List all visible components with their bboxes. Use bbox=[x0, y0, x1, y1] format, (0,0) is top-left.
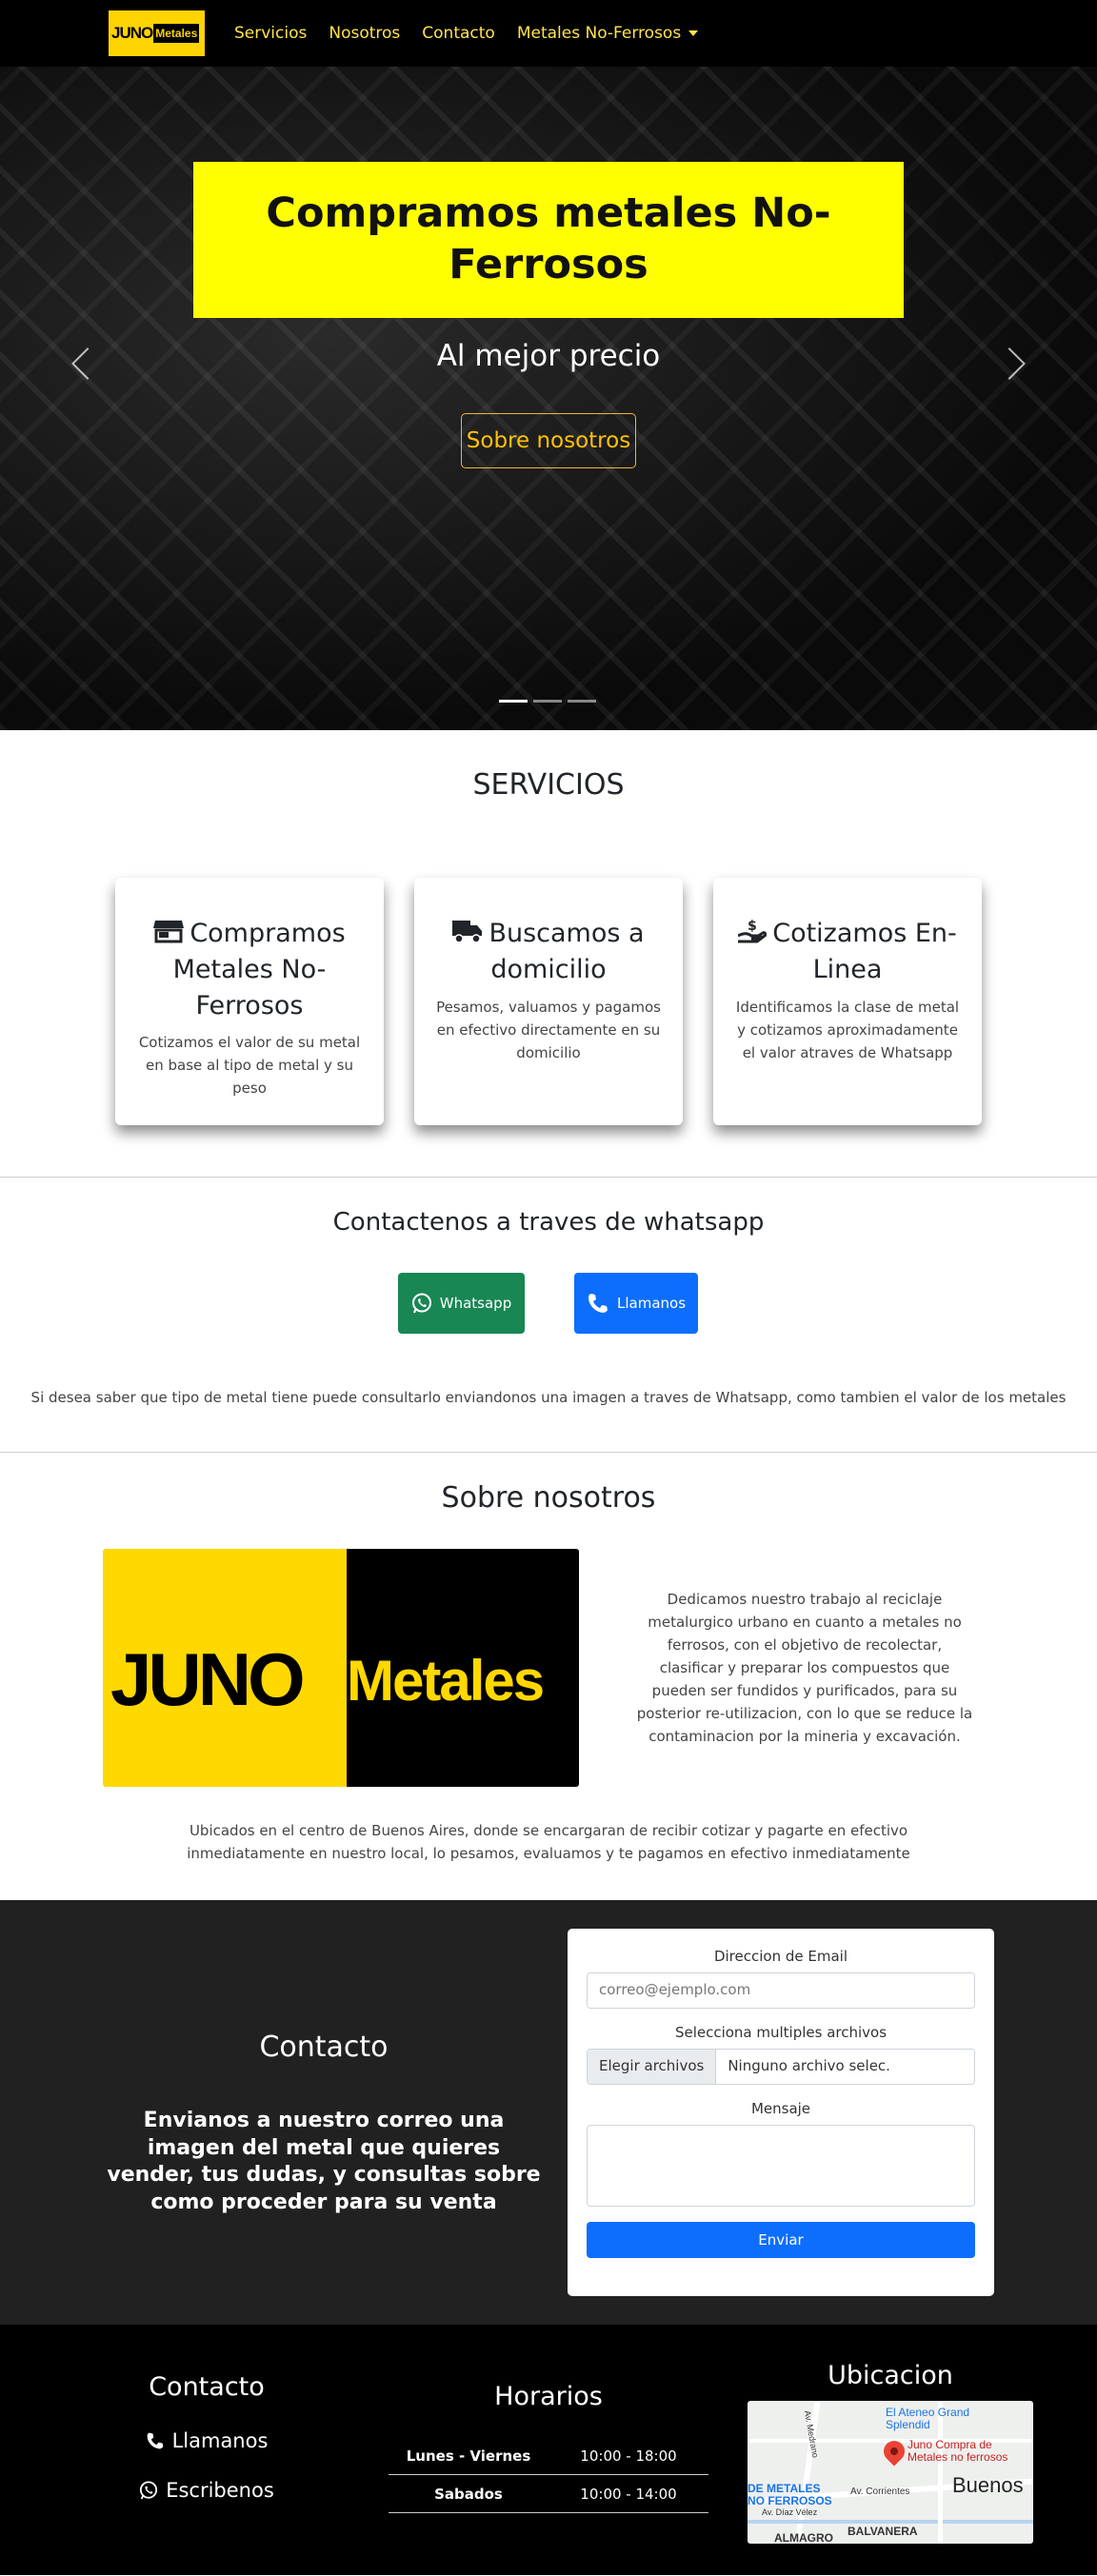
hours-day: Sabados bbox=[434, 2485, 503, 2503]
hero-subtitle: Al mejor precio bbox=[436, 339, 661, 373]
call-button[interactable]: Llamanos bbox=[574, 1273, 698, 1334]
contact-form-section: Contacto Envianos a nuestro correo una i… bbox=[0, 1900, 1097, 2325]
footer-call-link[interactable]: Llamanos bbox=[105, 2429, 309, 2452]
phone-icon bbox=[147, 2432, 163, 2449]
footer-write-link[interactable]: Escribenos bbox=[105, 2479, 309, 2502]
email-label: Direccion de Email bbox=[713, 1948, 848, 1965]
service-card-compramos: Compramos Metales No-Ferrosos Cotizamos … bbox=[115, 878, 384, 1125]
file-input[interactable]: Elegir archivos Ninguno archivo selec. bbox=[587, 2049, 975, 2085]
map-label-corrientes: Av. Corrientes bbox=[850, 2487, 910, 2497]
hours-day: Lunes - Viernes bbox=[406, 2447, 531, 2465]
footer-write-label: Escribenos bbox=[166, 2479, 274, 2502]
hero-title-box: Compramos metales No-Ferrosos bbox=[193, 162, 904, 318]
files-label: Selecciona multiples archivos bbox=[674, 2024, 888, 2041]
contact-form: Direccion de Email correo@ejemplo.com Se… bbox=[568, 1929, 994, 2296]
nav-dropdown-label: Metales No-Ferrosos bbox=[516, 24, 682, 43]
service-card-title: $ Cotizamos En-Linea bbox=[730, 916, 965, 988]
about-us-button[interactable]: Sobre nosotros bbox=[461, 413, 636, 468]
brand-juno: JUNO bbox=[111, 24, 153, 42]
whatsapp-icon bbox=[140, 2481, 158, 2500]
service-card-text: Cotizamos el valor de su metal en base a… bbox=[138, 1034, 361, 1098]
whatsapp-title: Contactenos a traves de whatsapp bbox=[332, 1208, 765, 1237]
hero-title: Compramos metales No-Ferrosos bbox=[266, 189, 831, 288]
about-description: Dedicamos nuestro trabajo al reciclaje m… bbox=[636, 1591, 973, 1745]
service-card-cotizamos: $ Cotizamos En-Linea Identificamos la cl… bbox=[713, 878, 982, 1125]
carousel-indicator-2[interactable] bbox=[533, 700, 562, 703]
truck-icon bbox=[452, 921, 483, 943]
hours-title: Horarios bbox=[494, 2382, 603, 2411]
whatsapp-button[interactable]: Whatsapp bbox=[398, 1273, 525, 1334]
whatsapp-button-label: Whatsapp bbox=[439, 1295, 512, 1312]
hand-money-icon: $ bbox=[738, 919, 768, 943]
logo-juno-text: JUNO bbox=[110, 1637, 306, 1721]
location-map[interactable]: El Ateneo Grand Splendid Juno Compra de … bbox=[748, 2401, 1033, 2544]
choose-files-button[interactable]: Elegir archivos bbox=[588, 2050, 717, 2084]
carousel-indicators bbox=[499, 700, 596, 703]
footer-contact-title: Contacto bbox=[149, 2372, 265, 2402]
map-label-diaz-velez: Av. Díaz Vélez bbox=[762, 2507, 818, 2517]
hours-time: 10:00 - 14:00 bbox=[580, 2485, 677, 2503]
services-section: SERVICIOS Compramos Metales No-Ferrosos … bbox=[0, 730, 1097, 1178]
map-title: Ubicacion bbox=[828, 2361, 953, 2390]
navbar: JUNO Metales Servicios Nosotros Contacto… bbox=[0, 0, 1097, 67]
nav-item-servicios[interactable]: Servicios bbox=[234, 24, 307, 43]
hours-time: 10:00 - 18:00 bbox=[580, 2447, 677, 2465]
nav-links: Servicios Nosotros Contacto Metales No-F… bbox=[234, 24, 699, 43]
message-textarea[interactable] bbox=[587, 2125, 975, 2207]
caret-down-icon bbox=[688, 30, 699, 36]
service-card-text: Pesamos, valuamos y pagamos en efectivo … bbox=[436, 998, 661, 1061]
nav-item-contacto[interactable]: Contacto bbox=[422, 24, 495, 43]
logo-metales-text: Metales bbox=[347, 1649, 545, 1713]
brand-logo[interactable]: JUNO Metales bbox=[109, 10, 205, 56]
contact-text: Envianos a nuestro correo una imagen del… bbox=[107, 2109, 541, 2214]
footer-call-label: Llamanos bbox=[171, 2429, 269, 2452]
about-section: Sobre nosotros JUNO Metales Dedicamos nu… bbox=[0, 1453, 1097, 1900]
map-label-juno: Juno Compra de Metales no ferrosos bbox=[908, 2438, 1008, 2465]
message-label: Mensaje bbox=[750, 2100, 811, 2117]
brand-metales: Metales bbox=[153, 24, 200, 43]
phone-icon bbox=[588, 1294, 608, 1313]
contact-title: Contacto bbox=[259, 2031, 389, 2064]
call-button-label: Llamanos bbox=[616, 1295, 687, 1312]
map-label-almagro: ALMAGRO bbox=[774, 2531, 833, 2544]
no-file-selected-text: Ninguno archivo selec. bbox=[728, 2057, 890, 2074]
svg-text:$: $ bbox=[748, 919, 757, 934]
service-card-domicilio: Buscamos a domicilio Pesamos, valuamos y… bbox=[414, 878, 683, 1125]
hours-row: Lunes - Viernes 10:00 - 18:00 bbox=[389, 2437, 708, 2475]
hours-row: Sabados 10:00 - 14:00 bbox=[389, 2475, 708, 2513]
carousel-indicator-3[interactable] bbox=[568, 700, 596, 703]
carousel-indicator-1[interactable] bbox=[499, 700, 528, 703]
whatsapp-note: Si desea saber que tipo de metal tiene p… bbox=[30, 1389, 1067, 1406]
nav-dropdown-metales[interactable]: Metales No-Ferrosos bbox=[516, 24, 699, 43]
about-location: Ubicados en el centro de Buenos Aires, d… bbox=[187, 1822, 910, 1862]
map-label-balvanera: BALVANERA bbox=[848, 2525, 918, 2538]
service-card-text: Identificamos la clase de metal y cotiza… bbox=[735, 998, 960, 1061]
hero-carousel: Compramos metales No-Ferrosos Al mejor p… bbox=[0, 67, 1097, 730]
juno-metales-logo: JUNO Metales bbox=[103, 1549, 579, 1787]
store-icon bbox=[153, 921, 185, 943]
submit-button[interactable]: Enviar bbox=[587, 2222, 975, 2258]
hours-table: Lunes - Viernes 10:00 - 18:00 Sabados 10… bbox=[389, 2437, 708, 2513]
map-label-de-metales: DE METALES NO FERROSOS bbox=[748, 2482, 832, 2508]
map-label-buenos: Buenos bbox=[952, 2473, 1024, 2497]
email-field[interactable]: correo@ejemplo.com bbox=[587, 1972, 975, 2009]
nav-item-nosotros[interactable]: Nosotros bbox=[329, 24, 400, 43]
service-card-title: Buscamos a domicilio bbox=[431, 916, 666, 988]
map-label-ateneo: El Ateneo Grand Splendid bbox=[886, 2406, 970, 2432]
footer: Contacto Llamanos Escribenos Horarios Lu… bbox=[0, 2325, 1097, 2575]
service-card-title: Compramos Metales No-Ferrosos bbox=[132, 916, 367, 1023]
whatsapp-icon bbox=[411, 1293, 431, 1314]
services-title: SERVICIOS bbox=[472, 768, 625, 802]
about-title: Sobre nosotros bbox=[441, 1481, 656, 1515]
whatsapp-section: Contactenos a traves de whatsapp Whatsap… bbox=[0, 1178, 1097, 1453]
